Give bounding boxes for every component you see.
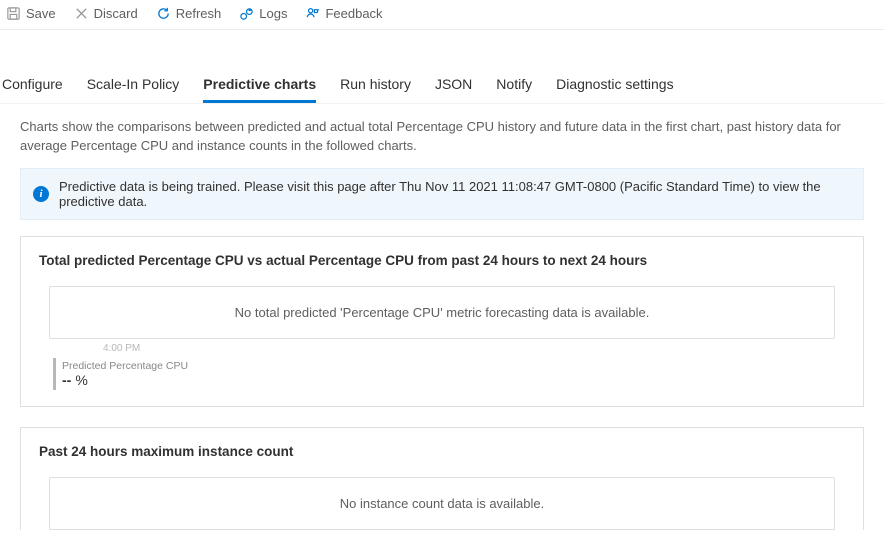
- refresh-button[interactable]: Refresh: [156, 6, 222, 21]
- tab-notify[interactable]: Notify: [496, 70, 532, 103]
- chart-panel-predicted-cpu: Total predicted Percentage CPU vs actual…: [20, 236, 864, 407]
- tab-diagnostic-settings[interactable]: Diagnostic settings: [556, 70, 674, 103]
- save-button[interactable]: Save: [6, 6, 56, 21]
- legend-block: Predicted Percentage CPU -- %: [53, 358, 845, 390]
- tab-predictive-charts[interactable]: Predictive charts: [203, 70, 316, 103]
- refresh-icon: [156, 6, 171, 21]
- x-axis-tick: 4:00 PM: [103, 343, 845, 354]
- chart-title: Total predicted Percentage CPU vs actual…: [39, 253, 845, 268]
- refresh-label: Refresh: [176, 6, 222, 21]
- info-icon: i: [33, 186, 49, 202]
- info-banner-text: Predictive data is being trained. Please…: [59, 179, 851, 209]
- tab-run-history[interactable]: Run history: [340, 70, 411, 103]
- legend-value-unit: %: [75, 372, 87, 388]
- x-icon: [74, 6, 89, 21]
- chart-title: Past 24 hours maximum instance count: [39, 444, 845, 459]
- discard-button[interactable]: Discard: [74, 6, 138, 21]
- save-icon: [6, 6, 21, 21]
- tab-json[interactable]: JSON: [435, 70, 472, 103]
- logs-button[interactable]: Logs: [239, 6, 287, 21]
- chart-remnant: 4:00 PM Predicted Percentage CPU -- %: [39, 343, 845, 390]
- legend-label: Predicted Percentage CPU: [62, 360, 845, 372]
- legend-value-dash: --: [62, 372, 71, 388]
- save-label: Save: [26, 6, 56, 21]
- no-data-message: No instance count data is available.: [49, 477, 835, 530]
- no-data-message: No total predicted 'Percentage CPU' metr…: [49, 286, 835, 339]
- toolbar: Save Discard Refresh Logs Feedback: [0, 0, 884, 30]
- feedback-icon: [305, 6, 320, 21]
- logs-label: Logs: [259, 6, 287, 21]
- feedback-button[interactable]: Feedback: [305, 6, 382, 21]
- info-banner: i Predictive data is being trained. Plea…: [20, 168, 864, 220]
- charts-description: Charts show the comparisons between pred…: [0, 104, 884, 168]
- tab-scale-in-policy[interactable]: Scale-In Policy: [87, 70, 180, 103]
- tab-configure[interactable]: Configure: [2, 70, 63, 103]
- feedback-label: Feedback: [325, 6, 382, 21]
- discard-label: Discard: [94, 6, 138, 21]
- legend-value: -- %: [62, 372, 845, 388]
- logs-icon: [239, 6, 254, 21]
- chart-panel-instance-count: Past 24 hours maximum instance count No …: [20, 427, 864, 530]
- spacer: [0, 30, 884, 64]
- tabs: Configure Scale-In Policy Predictive cha…: [0, 64, 884, 104]
